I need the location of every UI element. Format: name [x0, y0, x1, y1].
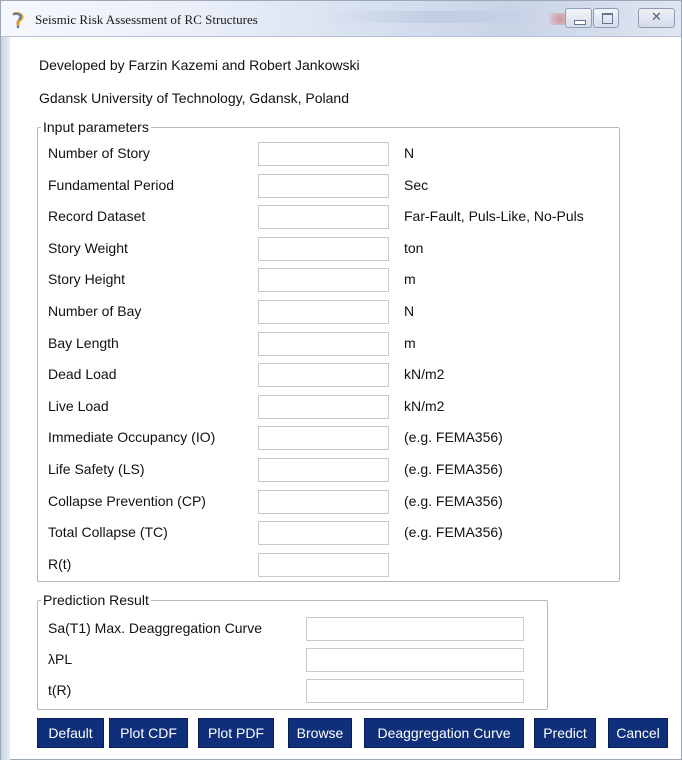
collapse-prevention-input[interactable] [258, 489, 389, 514]
param-unit: Sec [404, 176, 429, 193]
param-unit: kN/m2 [404, 397, 445, 414]
window-left-border [1, 37, 10, 760]
param-unit: (e.g. FEMA356) [404, 492, 503, 509]
app-window: Seismic Risk Assessment of RC Structures… [0, 0, 682, 760]
maximize-button[interactable] [593, 8, 619, 28]
developers-text: Developed by Farzin Kazemi and Robert Ja… [39, 57, 360, 73]
live-load-input[interactable] [258, 394, 389, 419]
cancel-button[interactable]: Cancel [608, 718, 668, 748]
deaggregation-curve-button[interactable]: Deaggregation Curve [364, 718, 524, 748]
record-dataset-input[interactable] [258, 205, 389, 230]
immediate-occupancy-input[interactable] [258, 426, 389, 451]
bay-length-input[interactable] [258, 331, 389, 356]
story-height-input[interactable] [258, 268, 389, 293]
param-unit: m [404, 271, 416, 288]
close-icon: ✕ [651, 10, 662, 25]
sa-t1-max-deaggregation-output[interactable] [306, 617, 524, 641]
param-label: Story Height [48, 271, 126, 288]
param-unit: m [404, 334, 416, 351]
param-label: Collapse Prevention (CP) [48, 492, 206, 509]
title-bar[interactable]: Seismic Risk Assessment of RC Structures… [1, 1, 681, 37]
number-of-bay-input[interactable] [258, 300, 389, 324]
dead-load-input[interactable] [258, 363, 389, 388]
minimize-button[interactable] [565, 8, 592, 28]
app-icon [12, 12, 24, 28]
result-label: t(R) [48, 682, 72, 698]
titlebar-background-blur [321, 11, 541, 23]
param-unit: (e.g. FEMA356) [404, 429, 503, 446]
input-parameters-group: Input parameters Number of Story N Funda… [37, 118, 620, 582]
param-label: Total Collapse (TC) [48, 524, 168, 541]
param-label: Story Weight [48, 239, 128, 256]
life-safety-input[interactable] [258, 458, 389, 482]
input-parameters-legend: Input parameters [41, 118, 151, 136]
predict-button[interactable]: Predict [534, 718, 596, 748]
param-label: Record Dataset [48, 208, 146, 225]
result-label: λPL [48, 651, 73, 667]
t-r-output[interactable] [306, 679, 524, 703]
param-unit: ton [404, 239, 424, 256]
affiliation-text: Gdansk University of Technology, Gdansk,… [39, 90, 349, 106]
param-unit: (e.g. FEMA356) [404, 524, 503, 541]
param-label: Bay Length [48, 334, 119, 351]
param-label: Immediate Occupancy (IO) [48, 429, 216, 446]
close-window-button[interactable]: ✕ [638, 8, 675, 28]
default-button[interactable]: Default [37, 718, 104, 748]
total-collapse-input[interactable] [258, 521, 389, 546]
plot-pdf-button[interactable]: Plot PDF [198, 718, 274, 748]
param-label: Dead Load [48, 366, 117, 383]
param-label: Live Load [48, 397, 109, 414]
plot-cdf-button[interactable]: Plot CDF [109, 718, 188, 748]
param-label: Fundamental Period [48, 176, 175, 193]
param-unit: N [404, 303, 415, 319]
param-unit: (e.g. FEMA356) [404, 461, 503, 477]
prediction-result-group: Prediction Result Sa(T1) Max. Deaggregat… [37, 591, 548, 710]
param-unit: N [404, 145, 415, 161]
param-label: Number of Bay [48, 303, 142, 319]
fundamental-period-input[interactable] [258, 173, 389, 198]
r-t-input[interactable] [258, 552, 389, 577]
number-of-story-input[interactable] [258, 142, 389, 166]
window-title: Seismic Risk Assessment of RC Structures [35, 12, 258, 27]
lambda-pl-output[interactable] [306, 648, 524, 672]
param-label: Number of Story [48, 145, 150, 161]
story-weight-input[interactable] [258, 236, 389, 261]
browse-button[interactable]: Browse [288, 718, 352, 748]
param-label: R(t) [48, 555, 72, 572]
result-label: Sa(T1) Max. Deaggregation Curve [48, 620, 262, 636]
param-unit: kN/m2 [404, 366, 445, 383]
param-unit: Far-Fault, Puls-Like, No-Puls [404, 208, 584, 225]
prediction-result-legend: Prediction Result [41, 591, 151, 609]
param-label: Life Safety (LS) [48, 461, 145, 477]
